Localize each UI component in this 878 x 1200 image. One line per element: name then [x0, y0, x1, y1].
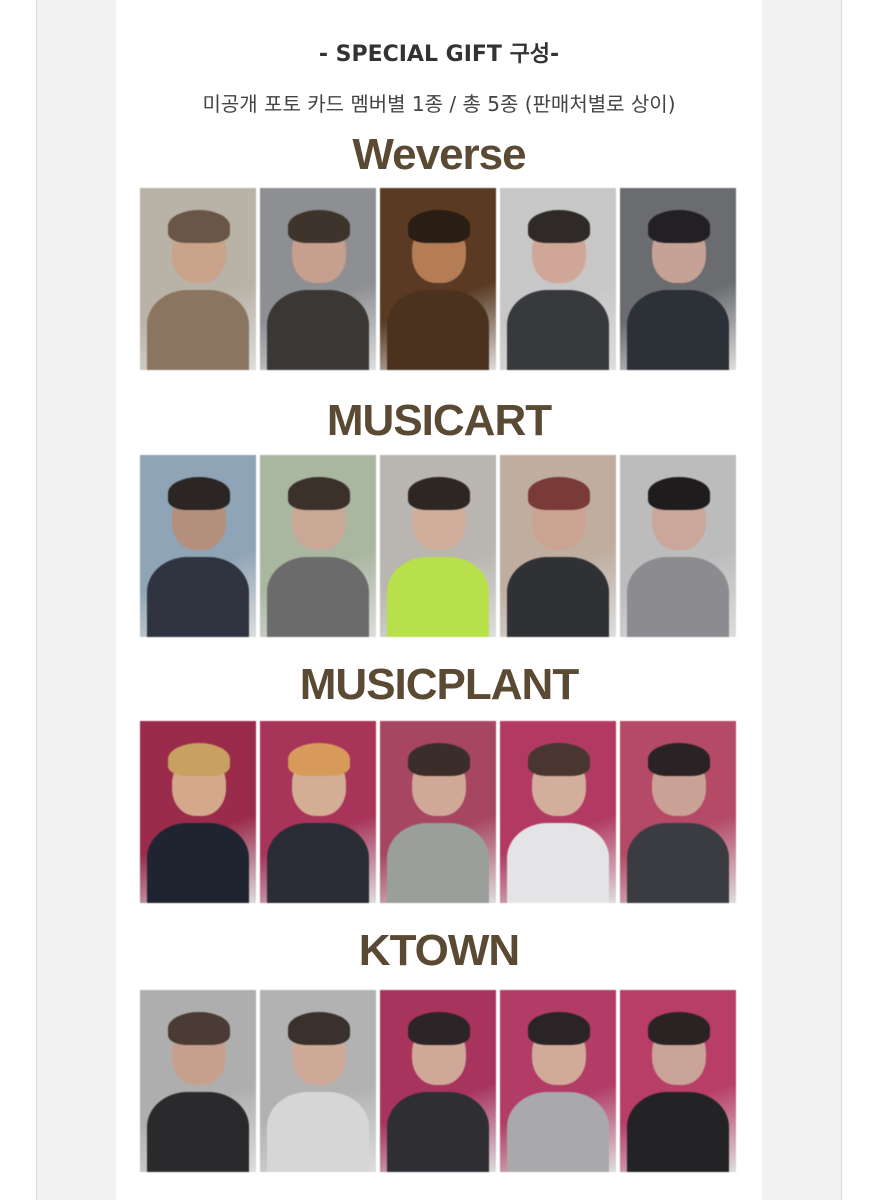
card-figure-body	[506, 822, 610, 903]
card-figure-hair	[527, 742, 591, 776]
photo-card	[620, 455, 736, 637]
section-title-musicplant: MUSICPLANT	[299, 660, 579, 709]
card-figure-hair	[287, 742, 351, 776]
card-figure-body	[266, 289, 370, 370]
photo-card	[260, 188, 376, 370]
card-figure-hair	[287, 1011, 351, 1045]
photo-card	[140, 990, 256, 1172]
card-row-ktown	[140, 990, 738, 1172]
section-title-weverse: Weverse	[352, 130, 526, 179]
photo-card	[500, 721, 616, 903]
card-figure-hair	[167, 209, 231, 243]
photo-card	[620, 721, 736, 903]
photo-card	[500, 188, 616, 370]
photo-card	[500, 990, 616, 1172]
card-row-musicplant	[140, 721, 738, 903]
card-figure-hair	[167, 742, 231, 776]
card-figure-hair	[647, 742, 711, 776]
card-figure-body	[386, 556, 490, 637]
card-figure-body	[146, 1091, 250, 1172]
card-figure-body	[386, 289, 490, 370]
card-figure-hair	[527, 1011, 591, 1045]
photo-card	[620, 188, 736, 370]
photo-card	[260, 721, 376, 903]
card-figure-body	[266, 556, 370, 637]
card-figure-body	[386, 822, 490, 903]
right-gutter	[762, 0, 841, 1200]
card-figure-hair	[287, 209, 351, 243]
card-figure-hair	[527, 476, 591, 510]
section-title-musicart: MUSICART	[326, 396, 552, 445]
left-rail	[0, 0, 37, 1200]
card-figure-body	[626, 822, 730, 903]
card-figure-body	[506, 1091, 610, 1172]
photo-card	[140, 721, 256, 903]
card-figure-body	[626, 556, 730, 637]
card-figure-hair	[167, 1011, 231, 1045]
card-figure-body	[506, 289, 610, 370]
card-figure-body	[146, 556, 250, 637]
card-figure-body	[386, 1091, 490, 1172]
photo-card	[380, 721, 496, 903]
photo-card	[260, 990, 376, 1172]
card-figure-body	[266, 822, 370, 903]
photo-card	[380, 455, 496, 637]
card-row-weverse	[140, 188, 738, 370]
page-title: - SPECIAL GIFT 구성-	[318, 42, 560, 67]
card-figure-hair	[647, 1011, 711, 1045]
photo-card	[140, 188, 256, 370]
content-panel: - SPECIAL GIFT 구성- 미공개 포토 카드 멤버별 1종 / 총 …	[116, 0, 762, 1200]
card-figure-hair	[527, 209, 591, 243]
photo-card	[140, 455, 256, 637]
photo-card	[260, 455, 376, 637]
card-figure-hair	[407, 742, 471, 776]
card-figure-hair	[407, 209, 471, 243]
card-figure-body	[506, 556, 610, 637]
card-figure-hair	[167, 476, 231, 510]
right-rail	[841, 0, 878, 1200]
card-row-musicart	[140, 455, 738, 637]
page-subtitle: 미공개 포토 카드 멤버별 1종 / 총 5종 (판매처별로 상이)	[202, 92, 676, 116]
section-title-ktown: KTOWN	[358, 926, 520, 975]
card-figure-hair	[407, 1011, 471, 1045]
card-figure-hair	[647, 476, 711, 510]
photo-card	[620, 990, 736, 1172]
card-figure-body	[626, 1091, 730, 1172]
card-figure-hair	[287, 476, 351, 510]
card-figure-body	[146, 822, 250, 903]
card-figure-hair	[407, 476, 471, 510]
card-figure-body	[626, 289, 730, 370]
card-figure-body	[146, 289, 250, 370]
card-figure-hair	[647, 209, 711, 243]
photo-card	[380, 188, 496, 370]
left-gutter	[37, 0, 116, 1200]
photo-card	[500, 455, 616, 637]
card-figure-body	[266, 1091, 370, 1172]
photo-card	[380, 990, 496, 1172]
